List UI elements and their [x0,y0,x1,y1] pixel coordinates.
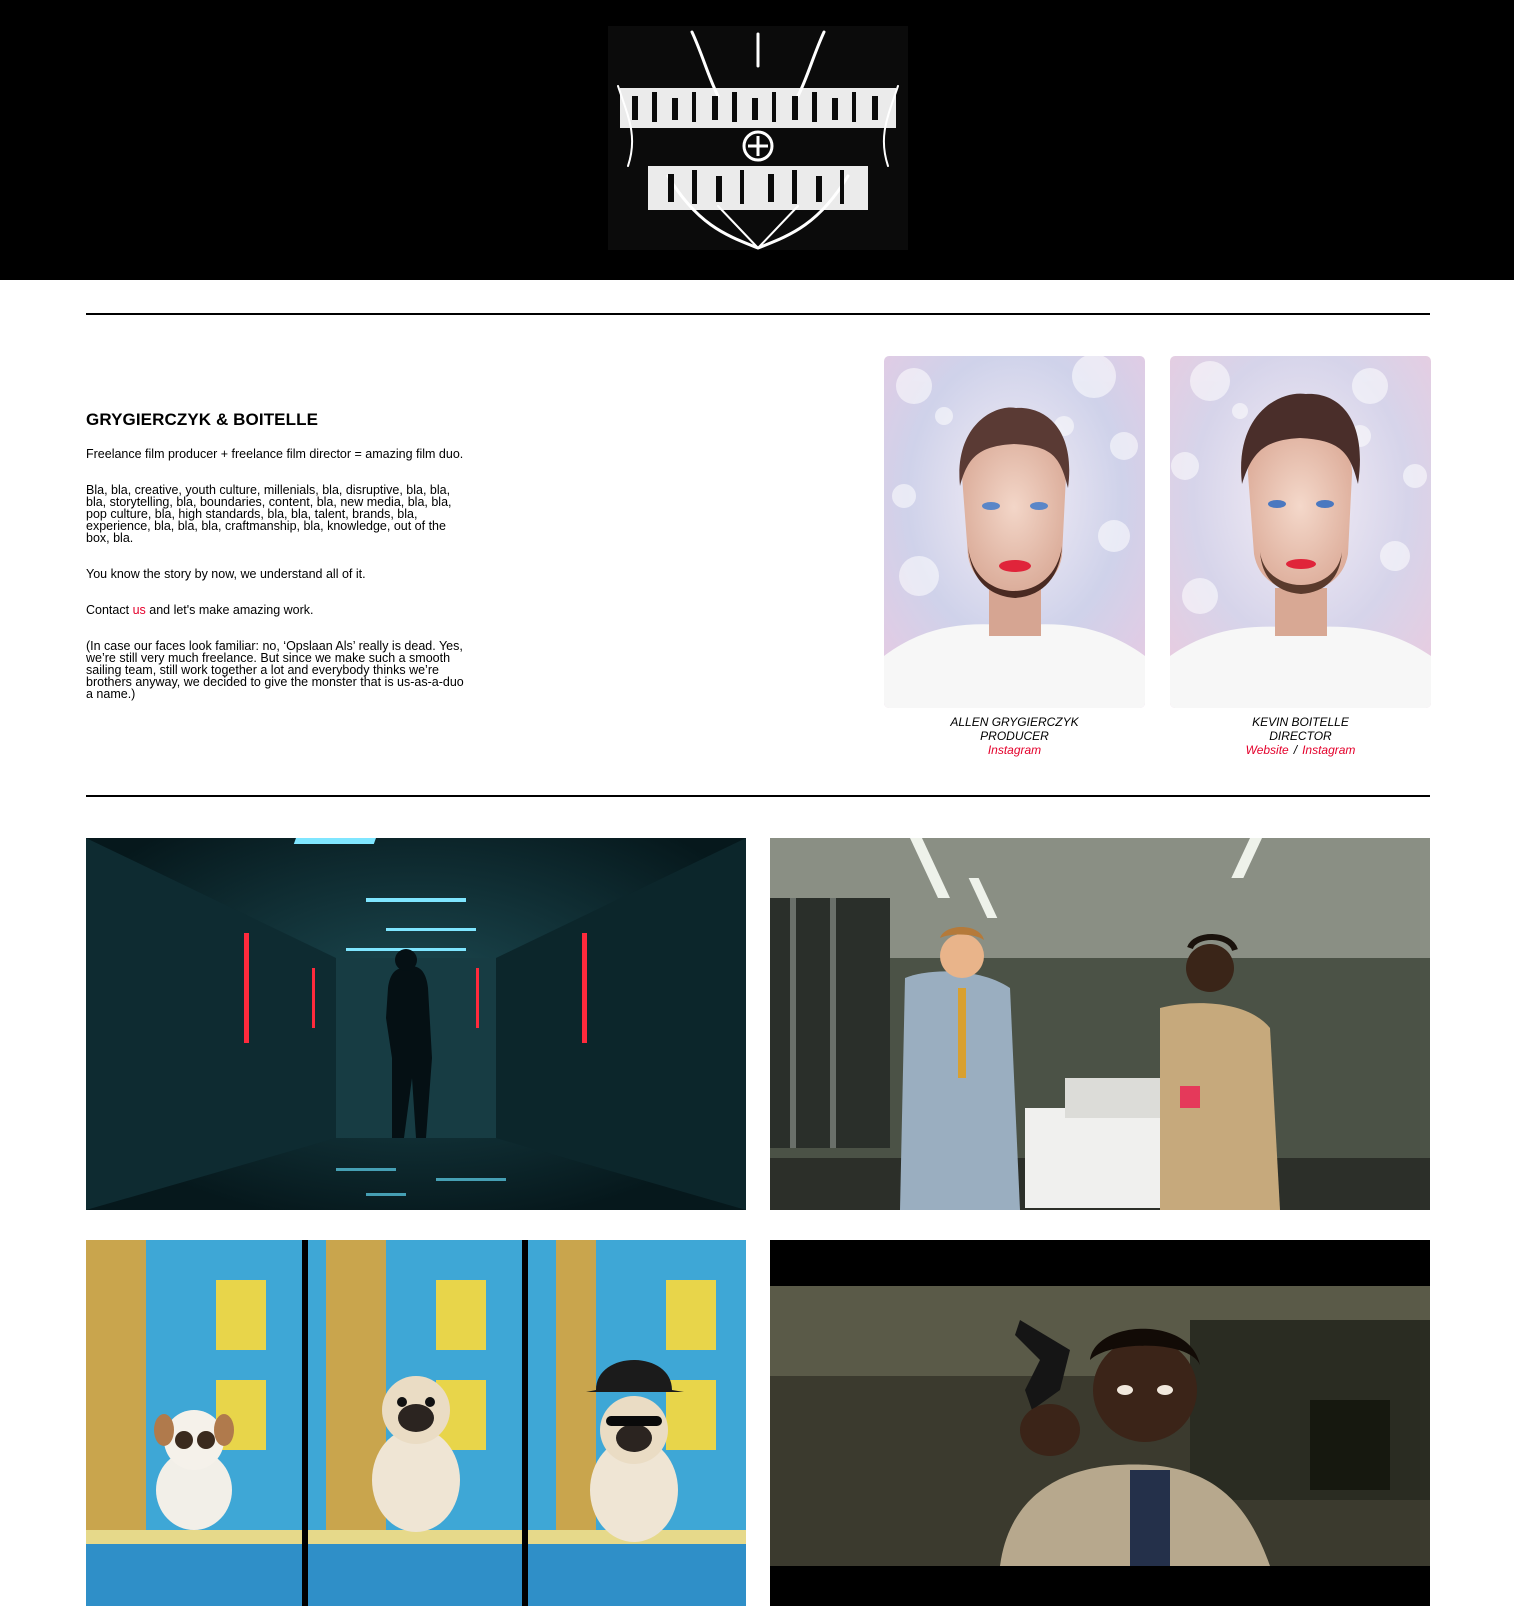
about-section: GRYGIERCZYK & BOITELLE Freelance film pr… [86,400,466,724]
contact-prefix: Contact [86,603,133,617]
about-contact: Contact us and let's make amazing work. [86,603,466,617]
person-name: ALLEN GRYGIERCZYK [950,715,1079,729]
about-note: (In case our faces look familiar: no, ‘O… [86,639,464,701]
about-story: You know the story by now, we understand… [86,567,366,581]
person-role: DIRECTOR [1269,729,1332,743]
instagram-link[interactable]: Instagram [1302,743,1355,757]
about-intro: Freelance film producer + freelance film… [86,447,464,461]
caption-allen: ALLEN GRYGIERCZYK PRODUCER Instagram [884,715,1145,757]
pug-triptych-still[interactable] [86,1240,746,1606]
person-role: PRODUCER [980,729,1049,743]
caption-kevin: KEVIN BOITELLE DIRECTOR Website / Instagra… [1170,715,1431,757]
black-metal-logo-icon [608,26,908,250]
site-header [0,0,1514,280]
portrait-kevin [1170,356,1431,708]
divider-bottom [86,795,1430,797]
instagram-link[interactable]: Instagram [988,743,1041,757]
divider-top [86,313,1430,315]
contact-link[interactable]: us [133,603,146,617]
gunman-still[interactable] [770,1240,1430,1606]
person-card-allen: ALLEN GRYGIERCZYK PRODUCER Instagram [884,356,1145,757]
person-card-kevin: KEVIN BOITELLE DIRECTOR Website / Instagra… [1170,356,1431,757]
person-name: KEVIN BOITELLE [1252,715,1349,729]
about-buzzwords: Bla, bla, creative, youth culture, mille… [86,483,452,545]
neon-corridor-still[interactable] [86,838,746,1210]
contact-suffix: and let's make amazing work. [145,603,314,617]
office-printer-still[interactable] [770,838,1430,1210]
site-logo[interactable] [608,26,908,250]
about-title: GRYGIERCZYK & BOITELLE [86,410,319,429]
portrait-allen [884,356,1145,708]
website-link[interactable]: Website [1246,743,1289,757]
link-separator: / [1293,743,1298,757]
